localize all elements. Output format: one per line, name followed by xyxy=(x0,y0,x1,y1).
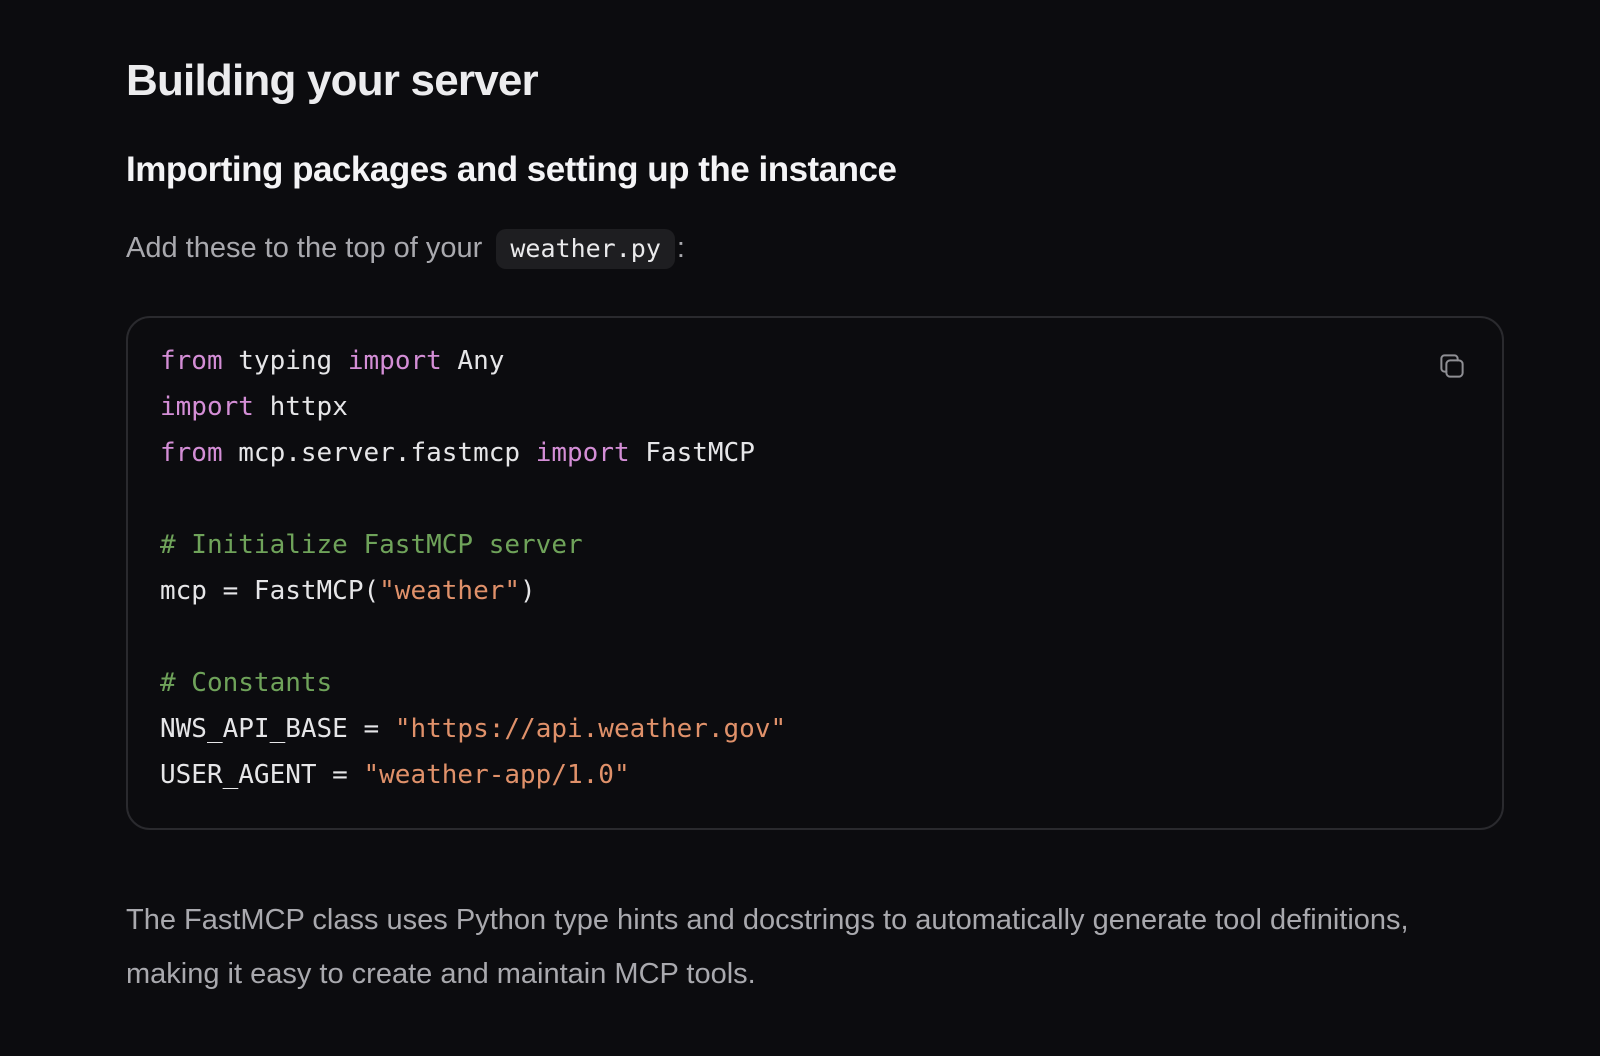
keyword-from: from xyxy=(160,438,223,468)
copy-button[interactable] xyxy=(1434,348,1470,384)
keyword-import: import xyxy=(160,392,254,422)
code-string: "https://api.weather.gov" xyxy=(394,714,787,744)
code-line-6: mcp = FastMCP("weather") xyxy=(160,576,536,606)
keyword-import: import xyxy=(535,438,630,468)
intro-paragraph: Add these to the top of your weather.py: xyxy=(126,226,685,270)
code-content[interactable]: from typing import Any import httpx from… xyxy=(160,338,786,798)
intro-text: Add these to the top of your xyxy=(126,232,483,264)
code-line-2: import httpx xyxy=(160,392,348,422)
code-token: mcp = FastMCP( xyxy=(160,576,380,606)
inline-code-filename: weather.py xyxy=(496,229,675,269)
page-title: Building your server xyxy=(126,56,539,105)
section-heading: Importing packages and setting up the in… xyxy=(126,150,897,189)
copy-icon xyxy=(1440,354,1464,378)
code-token: NWS_API_BASE = xyxy=(160,714,395,744)
keyword-from: from xyxy=(160,346,223,376)
code-token: USER_AGENT = xyxy=(160,760,364,790)
code-token: mcp.server.fastmcp xyxy=(222,438,536,468)
body-paragraph: The FastMCP class uses Python type hints… xyxy=(126,904,1409,990)
code-comment: # Constants xyxy=(160,668,333,698)
code-line-1: from typing import Any xyxy=(160,346,504,376)
code-token: ) xyxy=(520,576,536,606)
code-string: "weather-app/1.0" xyxy=(363,760,630,790)
code-string: "weather" xyxy=(379,576,521,606)
code-block: from typing import Any import httpx from… xyxy=(126,316,1504,830)
intro-suffix: : xyxy=(676,232,685,264)
code-line-3: from mcp.server.fastmcp import FastMCP xyxy=(160,438,755,468)
code-line-9: NWS_API_BASE = "https://api.weather.gov" xyxy=(160,714,786,744)
code-token: httpx xyxy=(253,392,348,422)
code-line-10: USER_AGENT = "weather-app/1.0" xyxy=(160,760,630,790)
code-token: Any xyxy=(441,346,505,376)
keyword-import: import xyxy=(347,346,442,376)
code-token: FastMCP xyxy=(629,438,755,468)
code-comment: # Initialize FastMCP server xyxy=(160,530,583,560)
code-token: typing xyxy=(222,346,348,376)
